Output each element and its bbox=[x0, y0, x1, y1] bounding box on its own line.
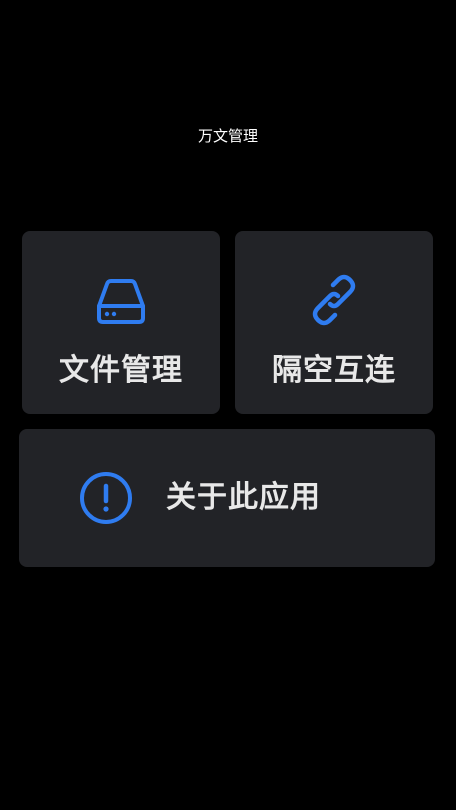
air-link-label: 隔空互连 bbox=[272, 353, 396, 388]
link-icon bbox=[312, 274, 356, 326]
about-app-tile[interactable]: 关于此应用 bbox=[19, 429, 435, 567]
file-manager-label: 文件管理 bbox=[59, 353, 183, 388]
file-manager-tile[interactable]: 文件管理 bbox=[22, 231, 220, 414]
hard-drive-icon bbox=[97, 279, 145, 324]
about-app-label: 关于此应用 bbox=[166, 480, 321, 515]
alert-circle-icon bbox=[80, 472, 132, 524]
air-link-tile[interactable]: 隔空互连 bbox=[235, 231, 433, 414]
app-title: 万文管理 bbox=[197, 127, 258, 145]
